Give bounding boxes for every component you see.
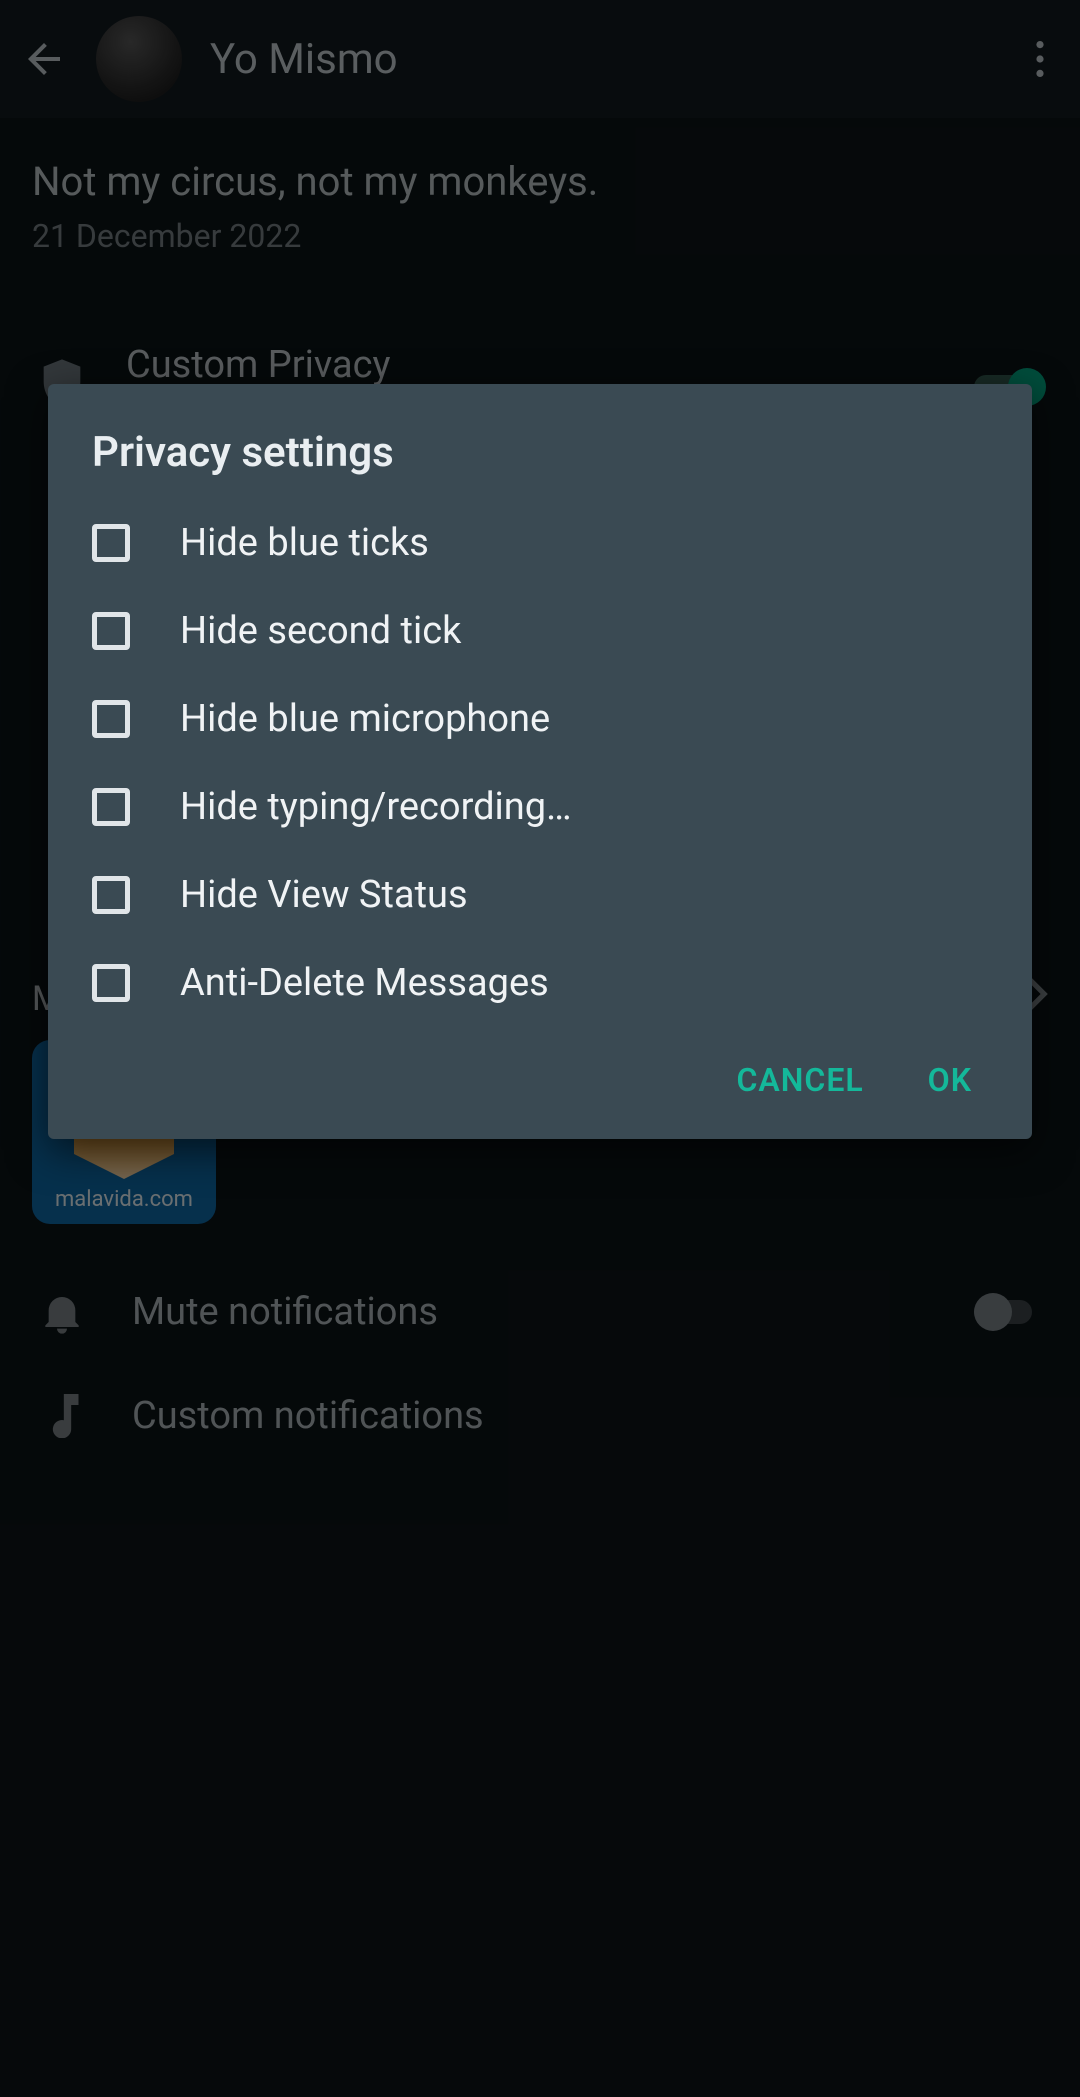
mute-toggle[interactable] (974, 1292, 1048, 1332)
bell-icon (32, 1290, 92, 1334)
option-label: Hide typing/recording… (180, 785, 572, 829)
custom-privacy-title: Custom Privacy (126, 343, 940, 387)
note-icon (32, 1394, 92, 1438)
thumbnail-host: malavida.com (55, 1187, 193, 1212)
checkbox[interactable] (92, 612, 130, 650)
option-hide-blue-ticks[interactable]: Hide blue ticks (48, 499, 1032, 587)
option-label: Anti-Delete Messages (180, 961, 549, 1005)
mute-label: Mute notifications (132, 1290, 934, 1334)
option-anti-delete-messages[interactable]: Anti-Delete Messages (48, 939, 1032, 1027)
back-arrow-icon[interactable] (20, 35, 68, 83)
dialog-title: Privacy settings (48, 384, 1032, 489)
checkbox[interactable] (92, 524, 130, 562)
option-hide-view-status[interactable]: Hide View Status (48, 851, 1032, 939)
custom-notifications-row[interactable]: Custom notifications (0, 1364, 1080, 1468)
status-date: 21 December 2022 (32, 217, 1048, 255)
option-hide-blue-microphone[interactable]: Hide blue microphone (48, 675, 1032, 763)
option-hide-typing-recording[interactable]: Hide typing/recording… (48, 763, 1032, 851)
avatar[interactable] (96, 16, 182, 102)
checkbox[interactable] (92, 964, 130, 1002)
option-label: Hide blue ticks (180, 521, 429, 565)
privacy-settings-dialog: Privacy settings Hide blue ticks Hide se… (48, 384, 1032, 1139)
status-block: Not my circus, not my monkeys. 21 Decemb… (0, 118, 1080, 285)
dialog-options: Hide blue ticks Hide second tick Hide bl… (48, 489, 1032, 1037)
mute-notifications-row[interactable]: Mute notifications (0, 1260, 1080, 1364)
cancel-button[interactable]: CANCEL (736, 1061, 863, 1099)
more-menu-icon[interactable] (1020, 39, 1060, 79)
option-hide-second-tick[interactable]: Hide second tick (48, 587, 1032, 675)
option-label: Hide blue microphone (180, 697, 550, 741)
status-text: Not my circus, not my monkeys. (32, 158, 1048, 205)
top-bar: Yo Mismo (0, 0, 1080, 118)
option-label: Hide second tick (180, 609, 461, 653)
checkbox[interactable] (92, 876, 130, 914)
custom-notif-label: Custom notifications (132, 1394, 1048, 1438)
option-label: Hide View Status (180, 873, 468, 917)
ok-button[interactable]: OK (928, 1061, 972, 1099)
checkbox[interactable] (92, 700, 130, 738)
checkbox[interactable] (92, 788, 130, 826)
contact-name: Yo Mismo (210, 35, 992, 84)
